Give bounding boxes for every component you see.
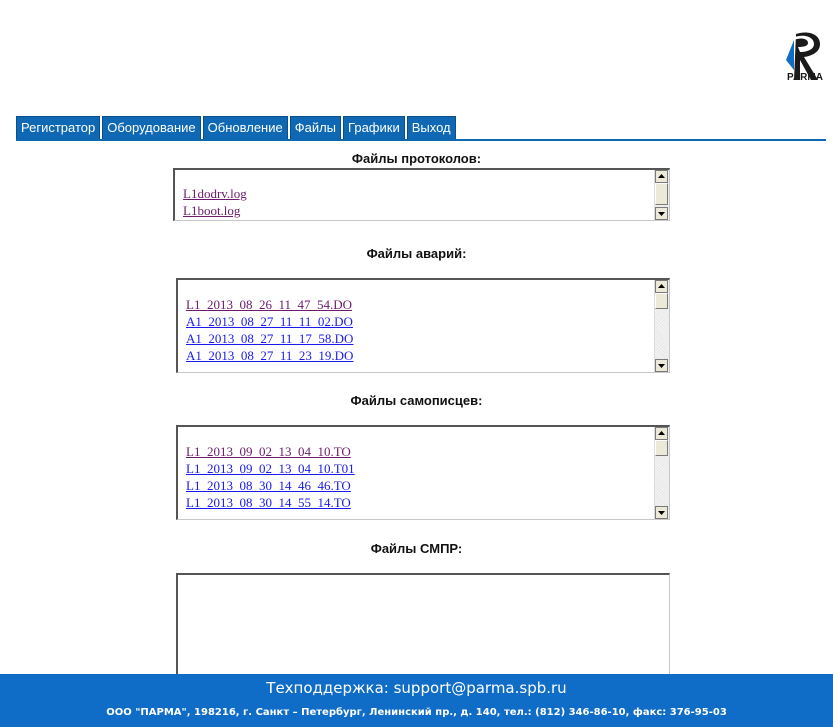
accident-file-link[interactable]: A1_2013_08_27_11_23_19.DO (186, 347, 353, 364)
protocols-title: Файлы протоколов: (351, 151, 482, 166)
protocols-scrollbar[interactable] (654, 170, 669, 220)
recorder-file-link[interactable]: L1_2013_09_02_13_04_10.T01 (186, 460, 355, 477)
smpr-file-list[interactable] (176, 573, 670, 676)
smpr-title: Файлы СМПР: (370, 541, 463, 556)
tab-charts[interactable]: Графики (343, 116, 405, 139)
accidents-title: Файлы аварий: (366, 246, 467, 261)
recorder-file-link[interactable]: L1_2013_08_30_14_55_14.TO (186, 494, 355, 511)
scroll-up-icon[interactable] (655, 280, 668, 293)
scroll-thumb[interactable] (655, 293, 668, 309)
accidents-scrollbar[interactable] (654, 280, 669, 372)
tab-exit[interactable]: Выход (406, 116, 456, 139)
scroll-up-icon[interactable] (655, 170, 668, 183)
recorder-file-link[interactable]: L1_2013_09_02_13_04_10.TO (186, 443, 355, 460)
tab-equipment[interactable]: Оборудование (102, 116, 201, 139)
recorders-title: Файлы самописцев: (350, 393, 483, 408)
accident-file-link[interactable]: A1_2013_08_27_11_17_58.DO (186, 330, 353, 347)
accident-file-link[interactable]: A1_2013_08_27_11_11_02.DO (186, 313, 353, 330)
tab-files[interactable]: Файлы (289, 116, 342, 139)
protocol-file-link[interactable]: L1dodrv.log (183, 185, 247, 202)
accident-file-link-partial[interactable] (186, 364, 353, 372)
recorder-file-link-partial[interactable] (186, 511, 355, 519)
tab-registrator[interactable]: Регистратор (16, 116, 101, 139)
tab-underline (16, 139, 826, 141)
recorder-file-link[interactable]: L1_2013_08_30_14_46_46.TO (186, 477, 355, 494)
scroll-down-icon[interactable] (655, 207, 668, 220)
company-address: ООО "ПАРМА", 198216, г. Санкт – Петербур… (106, 707, 727, 718)
scroll-down-icon[interactable] (655, 506, 668, 519)
protocols-file-list[interactable]: L1dodrv.log L1boot.log (173, 168, 670, 221)
tab-update[interactable]: Обновление (202, 116, 288, 139)
recorders-file-list[interactable]: L1_2013_09_02_13_04_10.TO L1_2013_09_02_… (176, 425, 670, 520)
scroll-up-icon[interactable] (655, 427, 668, 440)
protocol-file-link[interactable]: L1boot.log (183, 202, 247, 219)
scroll-thumb[interactable] (655, 440, 668, 456)
scroll-thumb[interactable] (655, 183, 668, 205)
support-contact: Техподдержка: support@parma.spb.ru (266, 679, 567, 697)
main-tabs: Регистратор Оборудование Обновление Файл… (16, 116, 456, 140)
recorders-scrollbar[interactable] (654, 427, 669, 519)
scroll-down-icon[interactable] (655, 359, 668, 372)
accidents-file-list[interactable]: L1_2013_08_26_11_47_54.DO A1_2013_08_27_… (176, 278, 670, 373)
accident-file-link[interactable]: L1_2013_08_26_11_47_54.DO (186, 296, 353, 313)
logo-text: PARMA (787, 72, 823, 83)
